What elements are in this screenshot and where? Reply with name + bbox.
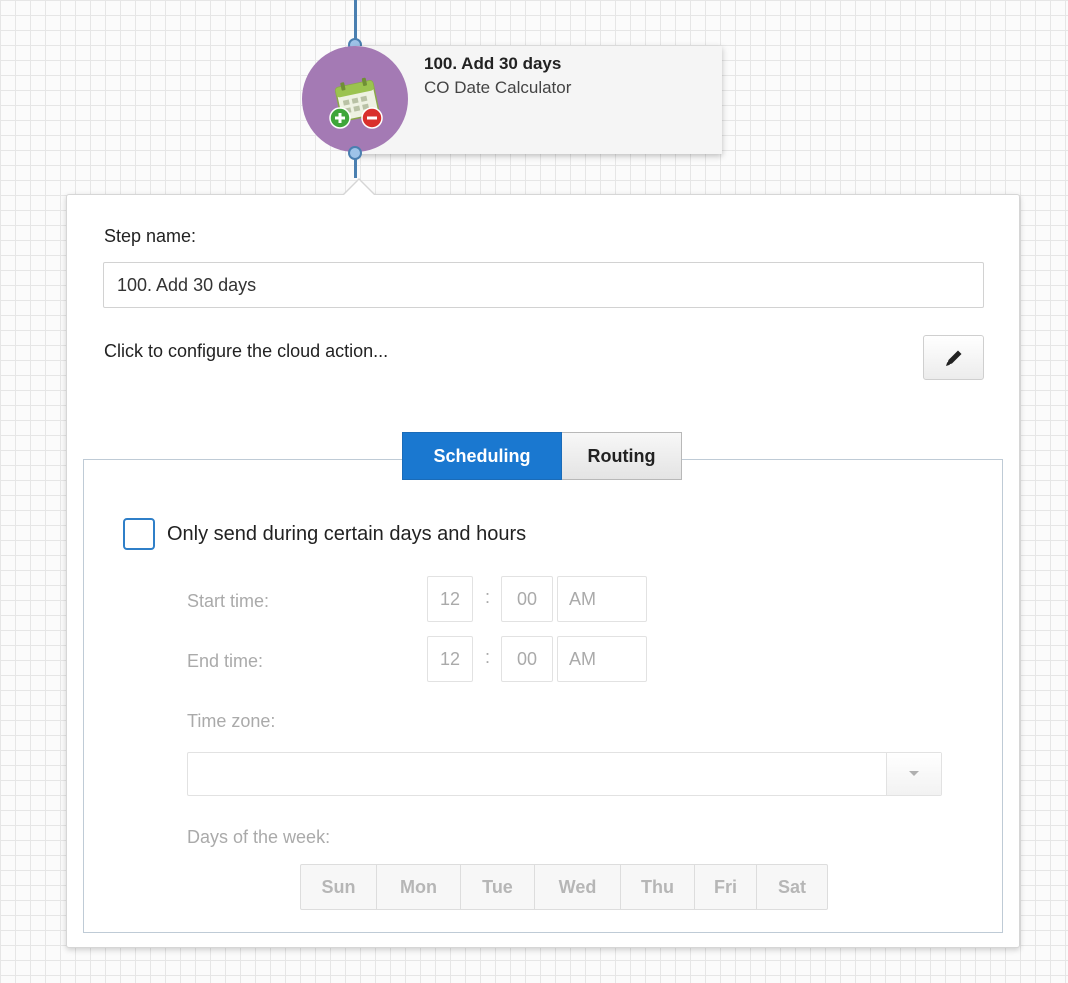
end-time-minute-field[interactable]: 00 bbox=[501, 636, 553, 682]
days-of-week-label: Days of the week: bbox=[187, 827, 331, 847]
only-send-certain-hours-label[interactable]: Only send during certain days and hours bbox=[167, 523, 526, 546]
panel-pointer-fill bbox=[344, 180, 374, 195]
day-wed-button[interactable]: Wed bbox=[535, 865, 621, 909]
days-of-week-selector: Sun Mon Tue Wed Thu Fri Sat bbox=[300, 864, 828, 910]
start-time-minute-field[interactable]: 00 bbox=[501, 576, 553, 622]
day-tue-button[interactable]: Tue bbox=[461, 865, 535, 909]
day-fri-button[interactable]: Fri bbox=[695, 865, 757, 909]
only-send-certain-hours-checkbox[interactable] bbox=[123, 518, 155, 550]
step-config-panel: Step name: Click to configure the cloud … bbox=[66, 194, 1020, 948]
end-time-label: End time: bbox=[187, 651, 264, 671]
day-thu-button[interactable]: Thu bbox=[621, 865, 695, 909]
step-name-input[interactable] bbox=[103, 262, 984, 308]
tab-bar: Scheduling Routing bbox=[402, 432, 682, 480]
edit-cloud-action-button[interactable] bbox=[923, 335, 984, 380]
step-node-circle[interactable] bbox=[302, 46, 408, 152]
step-node-title: 100. Add 30 days bbox=[424, 54, 562, 73]
step-node-card[interactable]: 100. Add 30 days CO Date Calculator bbox=[354, 46, 722, 154]
start-time-ampm-field[interactable]: AM bbox=[557, 576, 647, 622]
tab-routing[interactable]: Routing bbox=[562, 432, 682, 480]
day-sun-button[interactable]: Sun bbox=[301, 865, 377, 909]
end-time-ampm-field[interactable]: AM bbox=[557, 636, 647, 682]
day-mon-button[interactable]: Mon bbox=[377, 865, 461, 909]
time-zone-dropdown-button[interactable] bbox=[886, 753, 941, 795]
start-time-separator: : bbox=[485, 587, 491, 607]
connector-line-bottom bbox=[354, 158, 357, 178]
pencil-icon bbox=[945, 350, 961, 366]
configure-cloud-action-text[interactable]: Click to configure the cloud action... bbox=[104, 341, 388, 362]
start-time-hour-field[interactable]: 12 bbox=[427, 576, 473, 622]
time-zone-label: Time zone: bbox=[187, 711, 276, 731]
tab-scheduling[interactable]: Scheduling bbox=[402, 432, 562, 480]
end-time-hour-field[interactable]: 12 bbox=[427, 636, 473, 682]
day-sat-button[interactable]: Sat bbox=[757, 865, 827, 909]
calendar-add-remove-icon bbox=[329, 77, 383, 129]
step-node-subtitle: CO Date Calculator bbox=[424, 78, 572, 97]
time-zone-select[interactable] bbox=[187, 752, 942, 796]
end-time-separator: : bbox=[485, 647, 491, 667]
step-name-label: Step name: bbox=[104, 226, 197, 246]
chevron-down-icon bbox=[909, 771, 919, 776]
start-time-label: Start time: bbox=[187, 591, 270, 611]
